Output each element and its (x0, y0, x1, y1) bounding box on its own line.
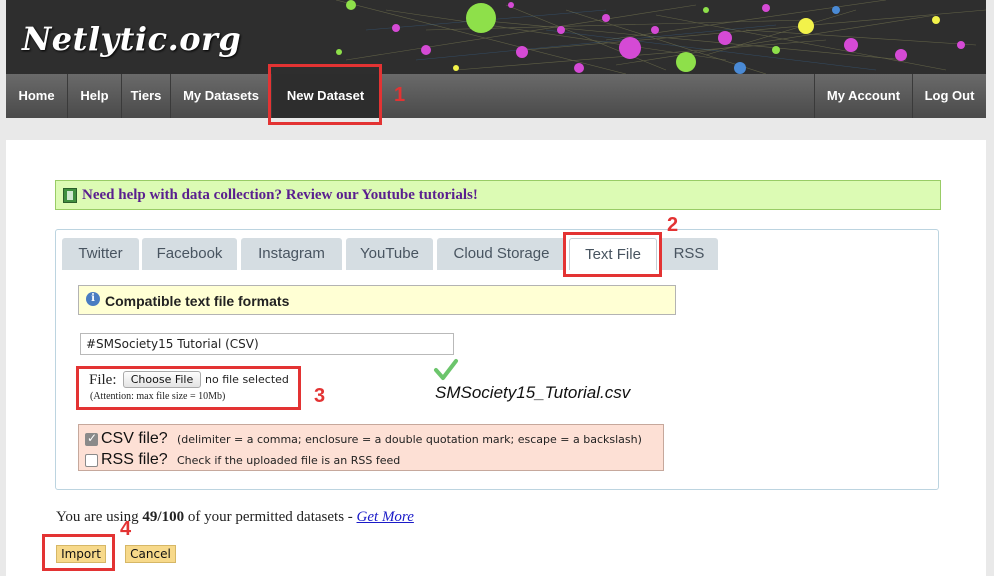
tab-facebook[interactable]: Facebook (142, 238, 237, 270)
formats-info-title: Compatible text file formats (105, 293, 290, 309)
film-icon (63, 188, 77, 203)
site-logo[interactable]: Netlytic.org (22, 20, 241, 58)
tab-rss[interactable]: RSS (660, 238, 718, 270)
csv-checkbox[interactable] (85, 431, 98, 446)
nav-tiers[interactable]: Tiers (122, 74, 171, 118)
nav-home[interactable]: Home (6, 74, 68, 118)
tab-twitter[interactable]: Twitter (62, 238, 139, 270)
nav-my-datasets[interactable]: My Datasets (171, 74, 272, 118)
formats-info-bar[interactable]: i Compatible text file formats (78, 285, 676, 315)
help-banner-text[interactable]: Need help with data collection? Review o… (82, 187, 478, 204)
rss-checkbox[interactable] (85, 454, 98, 467)
callout-number-1: 1 (394, 84, 406, 106)
file-type-options: CSV file? (delimiter = a comma; enclosur… (78, 424, 664, 471)
callout-box-1 (268, 64, 382, 125)
callout-number-3: 3 (314, 385, 326, 407)
info-icon: i (86, 292, 100, 306)
callout-box-4 (42, 534, 115, 571)
help-banner[interactable]: Need help with data collection? Review o… (55, 180, 941, 210)
get-more-link[interactable]: Get More (357, 509, 414, 525)
nav-help[interactable]: Help (68, 74, 122, 118)
site-header: Netlytic.org (6, 0, 986, 74)
main-nav: Home Help Tiers My Datasets New Dataset … (6, 74, 986, 118)
callout-box-3 (76, 366, 301, 410)
tab-cloud-storage[interactable]: Cloud Storage (437, 238, 566, 270)
cancel-button[interactable]: Cancel (125, 545, 176, 563)
csv-option-desc: (delimiter = a comma; enclosure = a doub… (177, 433, 642, 446)
nav-my-account[interactable]: My Account (814, 74, 912, 118)
csv-option-title: CSV file? (101, 430, 168, 447)
callout-number-2: 2 (667, 214, 679, 236)
rss-option-desc: Check if the uploaded file is an RSS fee… (177, 454, 401, 467)
usage-count: 49/100 (142, 509, 185, 525)
tab-youtube[interactable]: YouTube (346, 238, 433, 270)
tab-instagram[interactable]: Instagram (241, 238, 342, 270)
uploaded-file-name: SMSociety15_Tutorial.csv (435, 383, 631, 402)
usage-suffix: of your permitted datasets - (187, 509, 353, 525)
callout-number-4: 4 (120, 518, 132, 540)
dataset-usage: You are using 49/100 of your permitted d… (56, 509, 414, 526)
callout-box-2 (563, 232, 662, 277)
rss-option-title: RSS file? (101, 451, 168, 468)
checkmark-icon (434, 359, 458, 380)
nav-log-out[interactable]: Log Out (912, 74, 986, 118)
dataset-name-input[interactable] (80, 333, 454, 355)
